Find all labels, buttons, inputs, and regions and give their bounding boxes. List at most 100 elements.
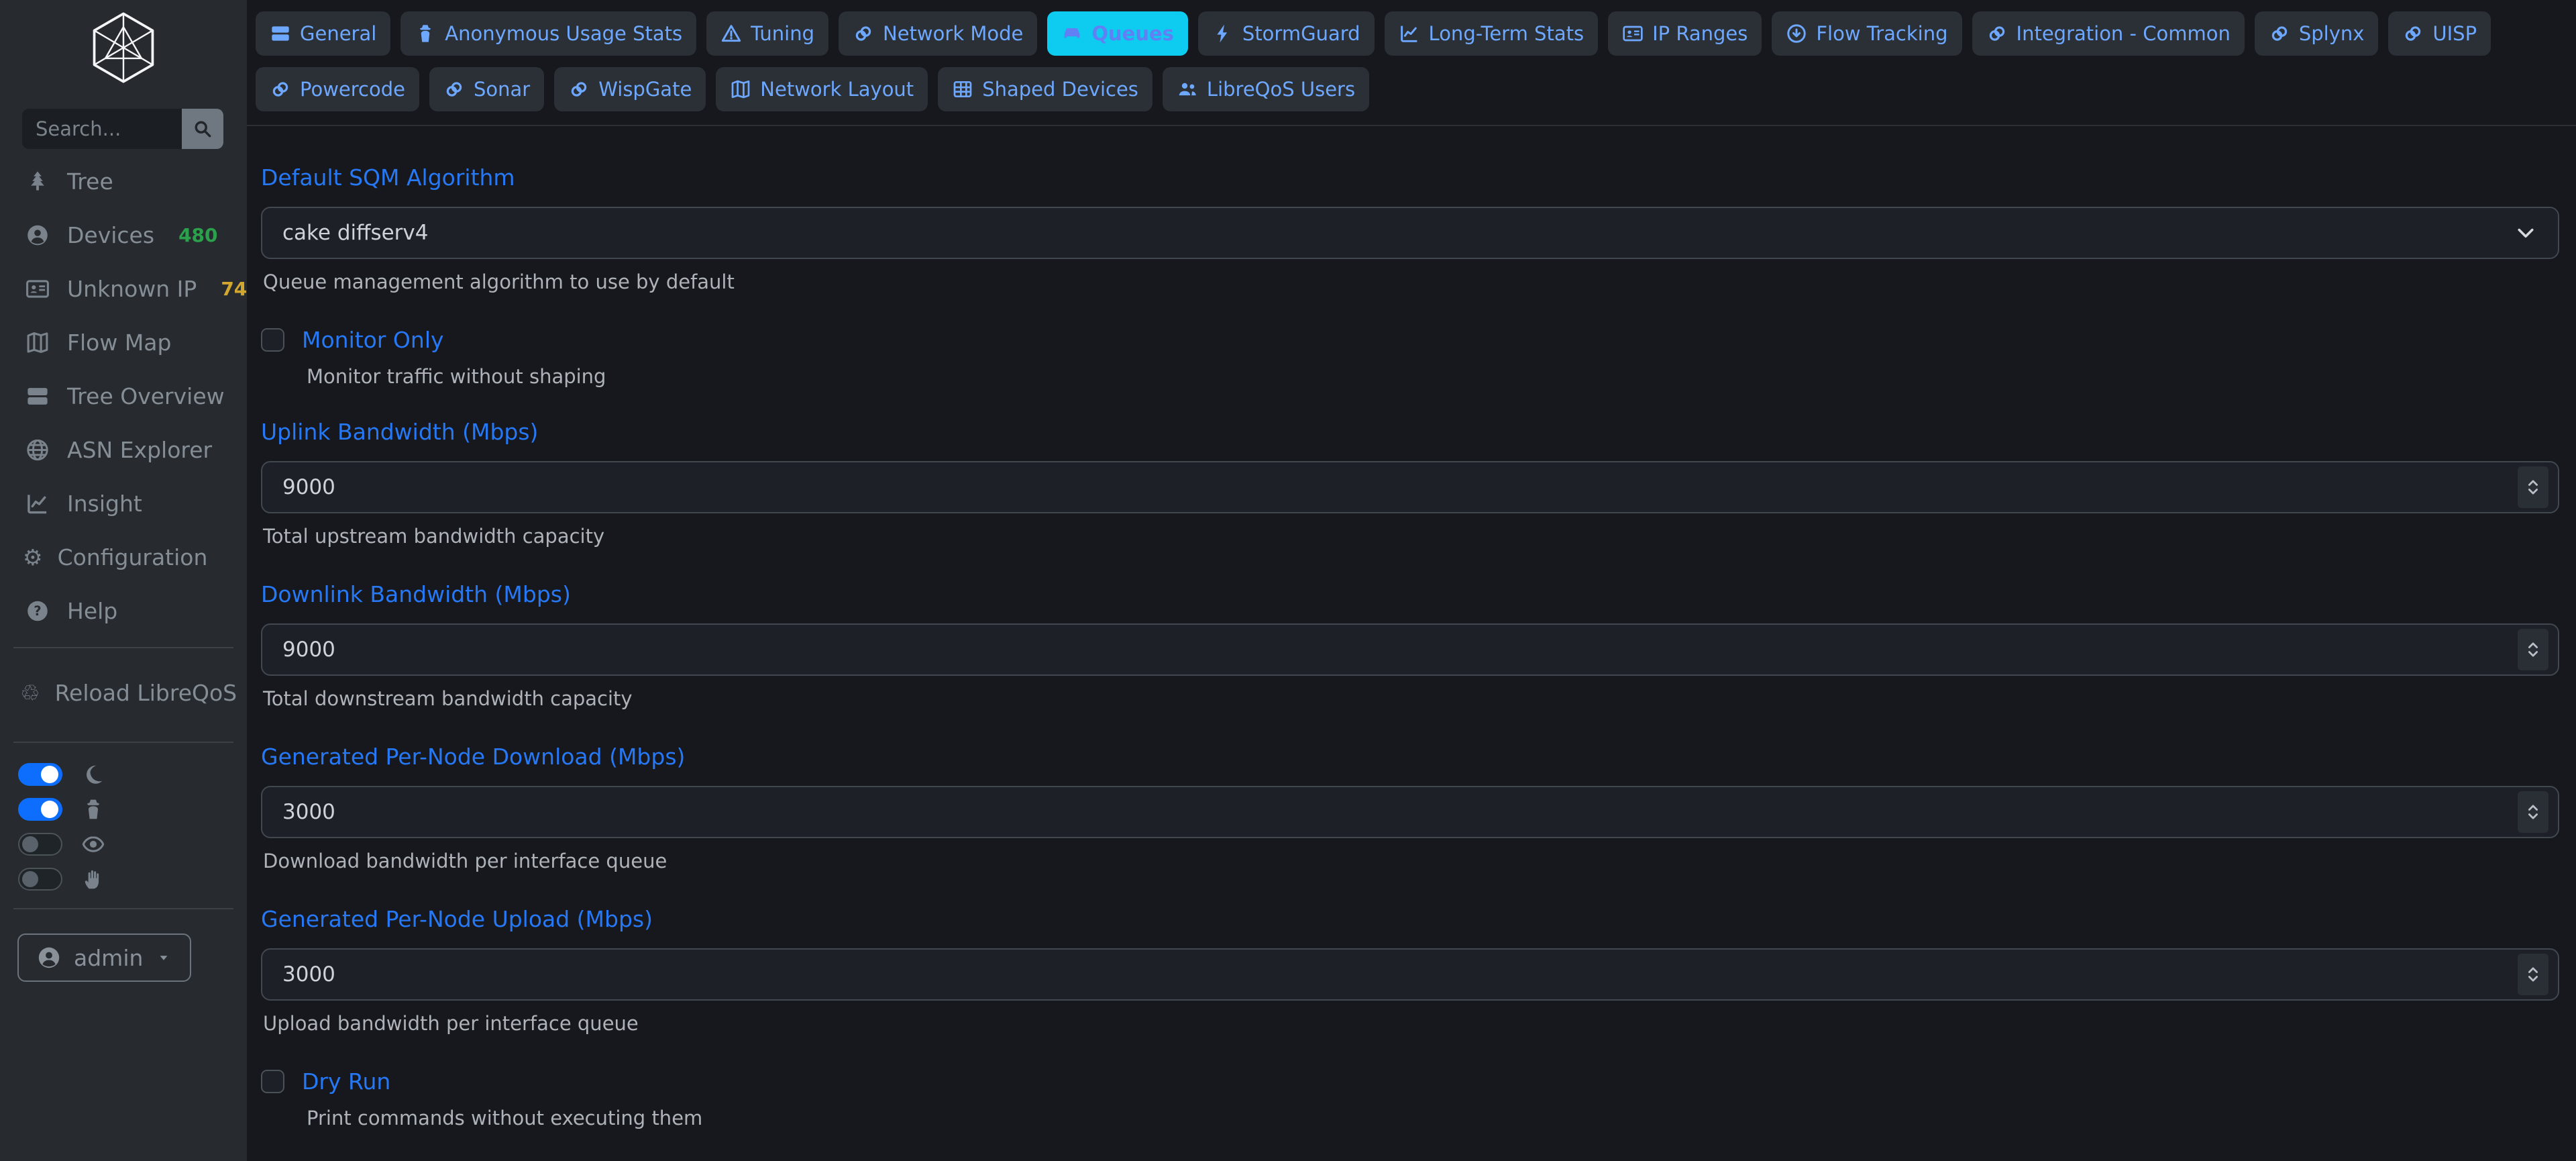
tab-label: Network Mode [883, 22, 1023, 45]
sidebar: Tree Devices480 Unknown IP74 Flow Map Tree O… [0, 0, 247, 1161]
count-badge: 480 [178, 224, 217, 246]
tab-wispgate[interactable]: WispGate [554, 67, 706, 111]
tab-label: Anonymous Usage Stats [445, 22, 682, 45]
downlink-number-spinner[interactable] [2518, 629, 2548, 670]
circle-down-icon [1786, 23, 1807, 44]
tab-label: General [300, 22, 376, 45]
tab-powercode[interactable]: Powercode [256, 67, 419, 111]
sidebar-item-label: Tree Overview [67, 383, 225, 409]
sidebar-divider [13, 742, 233, 743]
main-panel: General Anonymous Usage Stats Tuning Networ… [247, 0, 2576, 1161]
sidebar-item-label: ASN Explorer [67, 437, 212, 463]
dry-run-label[interactable]: Dry Run [302, 1068, 390, 1095]
search-input[interactable] [22, 109, 182, 149]
toggle-knob [41, 766, 58, 783]
tab-tuning[interactable]: Tuning [706, 11, 828, 56]
sidebar-item-asn-explorer[interactable]: ASN Explorer [0, 432, 247, 467]
updown-icon [2523, 477, 2543, 497]
app-root: Tree Devices480 Unknown IP74 Flow Map Tree O… [0, 0, 2576, 1161]
sidebar-item-configuration[interactable]: ⚙Configuration [0, 540, 247, 574]
sidebar-item-devices[interactable]: Devices480 [0, 217, 247, 252]
tab-sonar[interactable]: Sonar [429, 67, 544, 111]
field-help: Total downstream bandwidth capacity [263, 687, 2559, 710]
queues-config-form: Default SQM Algorithm cake diffserv4 Que… [247, 126, 2576, 1161]
field-help: Download bandwidth per interface queue [263, 850, 2559, 872]
map-icon [23, 330, 52, 355]
sidebar-item-unknown-ip[interactable]: Unknown IP74 [0, 271, 247, 306]
tab-row-2: Powercode Sonar WispGate Network Layout Shap… [256, 67, 2560, 111]
sidebar-menu: Tree Devices480 Unknown IP74 Flow Map Tree O… [0, 164, 247, 628]
field-default-sqm-algorithm: Default SQM Algorithm cake diffserv4 Que… [261, 164, 2559, 293]
tab-label: Network Layout [760, 78, 914, 101]
tab-flow-tracking[interactable]: Flow Tracking [1772, 11, 1962, 56]
tab-label: LibreQoS Users [1207, 78, 1355, 101]
sidebar-item-insight[interactable]: Insight [0, 486, 247, 521]
tab-anonymous-usage-stats[interactable]: Anonymous Usage Stats [400, 11, 696, 56]
redact-toggle[interactable] [18, 798, 62, 821]
tab-shaped-devices[interactable]: Shaped Devices [938, 67, 1152, 111]
tab-label: Long-Term Stats [1429, 22, 1585, 45]
uplink-number-spinner[interactable] [2518, 466, 2548, 508]
caret-down-icon [155, 949, 172, 966]
search-button[interactable] [182, 109, 223, 149]
downlink-bandwidth-input-wrap [261, 623, 2559, 676]
map-icon [730, 79, 751, 100]
tab-label: WispGate [598, 78, 692, 101]
tab-libreqos-users[interactable]: LibreQoS Users [1163, 67, 1369, 111]
uplink-bandwidth-input[interactable] [262, 462, 2558, 512]
sidebar-item-help[interactable]: ? Help [0, 593, 247, 628]
watch-toggle[interactable] [18, 833, 62, 856]
tab-uisp[interactable]: UISP [2388, 11, 2491, 56]
per-node-upload-spinner[interactable] [2518, 954, 2548, 995]
tab-network-layout[interactable]: Network Layout [716, 67, 928, 111]
user-circle-icon [36, 945, 62, 970]
tab-network-mode[interactable]: Network Mode [839, 11, 1037, 56]
dark-mode-toggle[interactable] [18, 763, 62, 786]
chart-line-icon [1399, 23, 1420, 44]
sqm-select-value: cake diffserv4 [262, 221, 429, 245]
updown-icon [2523, 964, 2543, 985]
tab-queues[interactable]: Queues [1047, 11, 1188, 56]
car-icon [1061, 23, 1083, 44]
circle-question-icon: ? [23, 599, 52, 623]
tab-general[interactable]: General [256, 11, 390, 56]
dry-run-checkbox[interactable] [261, 1070, 284, 1093]
sidebar-item-label: Flow Map [67, 330, 171, 356]
sidebar-item-tree-overview[interactable]: Tree Overview [0, 378, 247, 413]
monitor-only-label[interactable]: Monitor Only [302, 327, 444, 353]
tab-splynx[interactable]: Splynx [2255, 11, 2379, 56]
sidebar-item-flow-map[interactable]: Flow Map [0, 325, 247, 360]
search-bar [22, 109, 223, 149]
sidebar-item-label: Unknown IP [67, 276, 197, 302]
field-label: Uplink Bandwidth (Mbps) [261, 419, 2559, 445]
tab-label: Sonar [474, 78, 530, 101]
downlink-bandwidth-input[interactable] [262, 625, 2558, 674]
tab-label: UISP [2432, 22, 2477, 45]
redact-toggle-row [0, 798, 247, 821]
sidebar-item-tree[interactable]: Tree [0, 164, 247, 199]
tab-label: Flow Tracking [1816, 22, 1947, 45]
tab-label: Queues [1091, 22, 1174, 45]
field-dry-run: Dry Run Print commands without executing… [261, 1068, 2559, 1129]
per-node-download-spinner[interactable] [2518, 791, 2548, 833]
tab-ip-ranges[interactable]: IP Ranges [1608, 11, 1762, 56]
per-node-upload-input[interactable] [262, 950, 2558, 999]
field-downlink-bandwidth: Downlink Bandwidth (Mbps) Total downstre… [261, 581, 2559, 710]
monitor-only-checkbox[interactable] [261, 328, 284, 352]
sidebar-item-reload-libreqos[interactable]: ♲ Reload LibreQoS [0, 675, 247, 710]
link-icon [270, 79, 291, 100]
user-menu-button[interactable]: admin [17, 933, 191, 982]
tab-label: Integration - Common [2017, 22, 2231, 45]
tab-long-term-stats[interactable]: Long-Term Stats [1385, 11, 1599, 56]
sidebar-item-label: Help [67, 598, 117, 624]
per-node-download-input[interactable] [262, 787, 2558, 837]
address-card-icon [1622, 23, 1644, 44]
libreqos-logo [87, 9, 160, 86]
sqm-algorithm-select[interactable]: cake diffserv4 [261, 207, 2559, 259]
per-node-download-input-wrap [261, 786, 2559, 838]
pause-toggle[interactable] [18, 868, 62, 891]
per-node-upload-input-wrap [261, 948, 2559, 1001]
tab-stormguard[interactable]: StormGuard [1198, 11, 1375, 56]
bolt-icon [1212, 23, 1234, 44]
tab-integration-common[interactable]: Integration - Common [1972, 11, 2245, 56]
